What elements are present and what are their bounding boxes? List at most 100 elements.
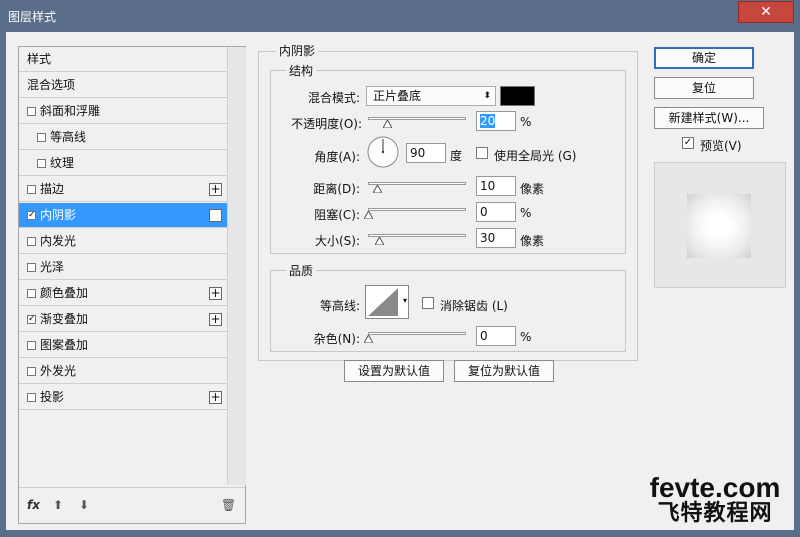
list-item-checkbox[interactable] bbox=[27, 393, 36, 402]
list-item[interactable]: 内发光 bbox=[19, 229, 227, 254]
add-effect-icon[interactable]: + bbox=[209, 313, 222, 326]
choke-input[interactable]: 0 bbox=[476, 202, 516, 222]
list-item-checkbox[interactable] bbox=[27, 107, 36, 116]
distance-label: 距离(D): bbox=[313, 182, 360, 196]
contour-picker[interactable]: ▾ bbox=[365, 285, 409, 319]
list-item[interactable]: 等高线 bbox=[19, 125, 227, 150]
list-item-checkbox[interactable] bbox=[27, 367, 36, 376]
list-item[interactable]: 纹理 bbox=[19, 151, 227, 176]
angle-dial[interactable] bbox=[367, 136, 399, 168]
opacity-value: 20 bbox=[480, 114, 496, 128]
quality-title: 品质 bbox=[286, 262, 317, 279]
list-item-checkbox[interactable] bbox=[27, 289, 36, 298]
list-item[interactable]: ✓ 渐变叠加 + bbox=[19, 307, 227, 332]
list-footer: fx ⬆ ⬇ 🗑 bbox=[19, 487, 245, 524]
list-item[interactable]: 光泽 bbox=[19, 255, 227, 280]
noise-percent: % bbox=[520, 330, 532, 344]
list-item-checkbox[interactable] bbox=[27, 341, 36, 350]
list-item[interactable]: 斜面和浮雕 bbox=[19, 99, 227, 124]
list-item-label: 渐变叠加 bbox=[40, 312, 89, 326]
list-item[interactable]: 描边 + bbox=[19, 177, 227, 202]
list-item-label: 外发光 bbox=[40, 364, 77, 378]
list-item[interactable]: 图案叠加 bbox=[19, 333, 227, 358]
ok-button[interactable]: 确定 bbox=[654, 47, 754, 69]
blend-mode-label: 混合模式: bbox=[307, 91, 360, 105]
add-effect-icon[interactable]: + bbox=[209, 183, 222, 196]
close-button[interactable]: ✕ bbox=[738, 1, 794, 23]
move-down-icon[interactable]: ⬇ bbox=[79, 498, 89, 512]
noise-slider-thumb[interactable] bbox=[364, 335, 373, 343]
distance-slider[interactable] bbox=[368, 182, 466, 185]
list-item-label: 样式 bbox=[27, 52, 52, 66]
move-up-icon[interactable]: ⬆ bbox=[53, 498, 63, 512]
contour-label: 等高线: bbox=[319, 299, 360, 313]
angle-input[interactable]: 90 bbox=[406, 143, 446, 163]
angle-label: 角度(A): bbox=[314, 150, 360, 164]
antialias-label: 消除锯齿 (L) bbox=[440, 299, 508, 313]
preview-swatch bbox=[687, 194, 751, 258]
global-light-checkbox[interactable] bbox=[476, 147, 488, 159]
antialias-checkbox[interactable] bbox=[422, 297, 434, 309]
watermark-site-name: 飞特教程网 bbox=[657, 501, 773, 526]
size-label: 大小(S): bbox=[314, 234, 360, 248]
dialog-client: 样式混合选项斜面和浮雕 等高线 纹理描边 + ✓ 内阴影 + 内发光光泽颜色叠加 + ✓ 渐变叠加 +… bbox=[6, 32, 794, 530]
distance-unit: 像素 bbox=[520, 182, 545, 196]
list-item-label: 颜色叠加 bbox=[40, 286, 89, 300]
list-item-checkbox[interactable] bbox=[37, 159, 46, 168]
choke-slider-thumb[interactable] bbox=[364, 211, 373, 219]
list-item-checkbox[interactable] bbox=[27, 237, 36, 246]
reset-default-button[interactable]: 复位为默认值 bbox=[454, 360, 554, 382]
set-default-button[interactable]: 设置为默认值 bbox=[344, 360, 444, 382]
distance-value: 10 bbox=[480, 179, 496, 193]
trash-icon[interactable]: 🗑 bbox=[221, 498, 236, 512]
choke-slider[interactable] bbox=[368, 208, 466, 211]
choke-label: 阻塞(C): bbox=[314, 208, 360, 222]
dropdown-arrow-icon: ▾ bbox=[402, 296, 407, 305]
distance-input[interactable]: 10 bbox=[476, 176, 516, 196]
list-item-checkbox[interactable]: ✓ bbox=[27, 315, 36, 324]
list-item-label: 光泽 bbox=[40, 260, 65, 274]
list-item-label: 描边 bbox=[40, 182, 65, 196]
preview-checkbox[interactable]: ✓ bbox=[682, 137, 694, 149]
angle-value: 90 bbox=[410, 146, 426, 160]
size-slider-thumb[interactable] bbox=[375, 237, 385, 245]
list-item[interactable]: 样式 bbox=[19, 47, 227, 72]
add-effect-icon[interactable]: + bbox=[209, 391, 222, 404]
list-item[interactable]: 颜色叠加 + bbox=[19, 281, 227, 306]
list-item-checkbox[interactable] bbox=[37, 133, 46, 142]
shadow-color-swatch[interactable] bbox=[500, 86, 535, 106]
blend-mode-select[interactable]: 正片叠底 ⬍ bbox=[366, 86, 496, 106]
size-input[interactable]: 30 bbox=[476, 228, 516, 248]
list-item[interactable]: ✓ 内阴影 + bbox=[19, 203, 227, 228]
window-title: 图层样式 bbox=[8, 10, 57, 24]
distance-slider-thumb[interactable] bbox=[373, 185, 383, 193]
style-list: 样式混合选项斜面和浮雕 等高线 纹理描边 + ✓ 内阴影 + 内发光光泽颜色叠加 + ✓ 渐变叠加 +… bbox=[18, 46, 246, 524]
list-item[interactable]: 投影 + bbox=[19, 385, 227, 410]
noise-input[interactable]: 0 bbox=[476, 326, 516, 346]
list-scrollbar[interactable] bbox=[227, 47, 246, 485]
watermark: fevte.com 飞特教程网 bbox=[635, 474, 795, 526]
list-item-label: 内阴影 bbox=[40, 208, 77, 222]
fx-icon[interactable]: fx bbox=[27, 498, 40, 512]
new-style-button[interactable]: 新建样式(W)... bbox=[654, 107, 764, 129]
opacity-label: 不透明度(O): bbox=[291, 117, 362, 131]
angle-unit: 度 bbox=[450, 149, 463, 163]
blend-mode-value: 正片叠底 bbox=[373, 89, 422, 103]
size-value: 30 bbox=[480, 231, 496, 245]
list-item-label: 混合选项 bbox=[27, 78, 76, 92]
updown-arrow-icon: ⬍ bbox=[483, 91, 491, 101]
title-bar[interactable]: 图层样式 ✕ bbox=[0, 0, 800, 32]
reset-button[interactable]: 复位 bbox=[654, 77, 754, 99]
list-item[interactable]: 混合选项 bbox=[19, 73, 227, 98]
list-item[interactable]: 外发光 bbox=[19, 359, 227, 384]
style-preview bbox=[654, 162, 786, 288]
add-effect-icon[interactable]: + bbox=[209, 287, 222, 300]
add-effect-icon[interactable]: + bbox=[209, 209, 222, 222]
noise-slider[interactable] bbox=[368, 332, 466, 335]
opacity-input[interactable]: 20 bbox=[476, 111, 516, 131]
list-item-checkbox[interactable]: ✓ bbox=[27, 211, 36, 220]
list-item-checkbox[interactable] bbox=[27, 185, 36, 194]
opacity-percent: % bbox=[520, 115, 532, 129]
opacity-slider-thumb[interactable] bbox=[382, 120, 392, 128]
list-item-checkbox[interactable] bbox=[27, 263, 36, 272]
